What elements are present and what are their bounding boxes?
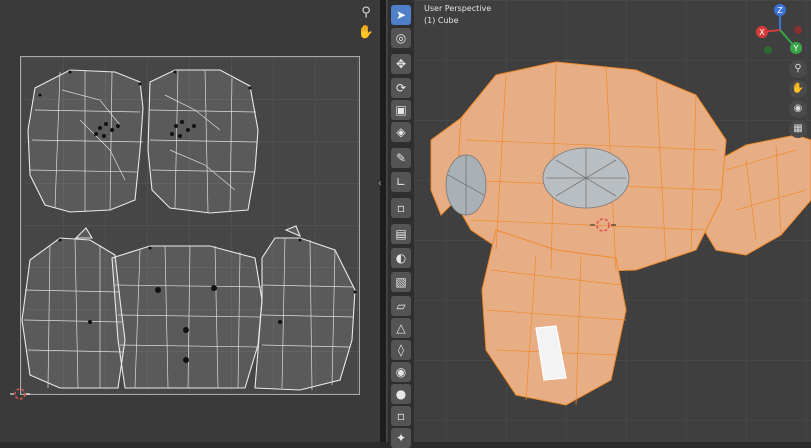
rotate-icon[interactable]: ⟳ [391,78,411,98]
uv-island-ear-right [284,225,302,238]
transform-icon[interactable]: ◈ [391,122,411,142]
bevel-icon[interactable]: ◐ [391,248,411,268]
poly-build-icon[interactable]: △ [391,318,411,338]
navigation-gizmo[interactable]: Z Y X [750,2,810,58]
uv-editor[interactable]: ⚲ ✋ [0,0,380,442]
loop-cut-icon[interactable]: ▧ [391,272,411,292]
3d-viewport[interactable] [386,0,811,442]
3d-cursor-icon[interactable] [590,212,616,238]
rip-region-icon[interactable]: ✦ [391,428,411,448]
spin-icon[interactable]: ◊ [391,340,411,360]
uv-island-lower-right [254,237,356,391]
knife-icon[interactable]: ▱ [391,296,411,316]
gizmo-x-label: X [759,28,765,37]
scale-icon[interactable]: ▣ [391,100,411,120]
extrude-icon[interactable]: ▫ [391,198,411,218]
magnifier-icon[interactable]: ⚲ [357,4,375,22]
view-name-label: User Perspective [424,4,492,13]
chevron-left-icon[interactable]: ‹ [378,178,382,189]
uv-islands[interactable] [0,0,380,442]
annotate-pen-icon[interactable]: ✎ [391,148,411,168]
smooth-icon[interactable]: ◉ [391,362,411,382]
gizmo-z-label: Z [777,6,783,15]
uv-2d-cursor-icon[interactable] [8,384,32,404]
zoom-icon[interactable]: ⚲ [789,60,807,78]
uv-island-lower-left [21,237,126,389]
hand-icon[interactable]: ✋ [789,80,807,98]
inset-faces-icon[interactable]: ▤ [391,224,411,244]
ruler-icon[interactable]: ∟ [391,172,411,192]
shear-icon[interactable]: ▫ [391,406,411,426]
grid-icon[interactable]: ▦ [789,120,807,138]
cursor-arrow-icon[interactable]: ➤ [391,5,411,25]
gizmo-y-label: Y [793,44,799,53]
shrink-fatten-icon[interactable]: ● [391,384,411,404]
move-arrows-icon[interactable]: ✥ [391,54,411,74]
uv-island-ear-left [74,227,93,239]
3d-cursor-tool-icon[interactable]: ◎ [391,28,411,48]
tool-shelf: ➤ ◎ ✥ ⟳ ▣ ◈ ✎ ∟ ▫ ▤ ◐ ▧ ▱ △ ◊ ◉ ● ▫ ✦ [388,0,414,448]
hand-icon[interactable]: ✋ [357,24,375,42]
camera-icon[interactable]: ◉ [789,100,807,118]
active-object-label: (1) Cube [424,16,459,25]
